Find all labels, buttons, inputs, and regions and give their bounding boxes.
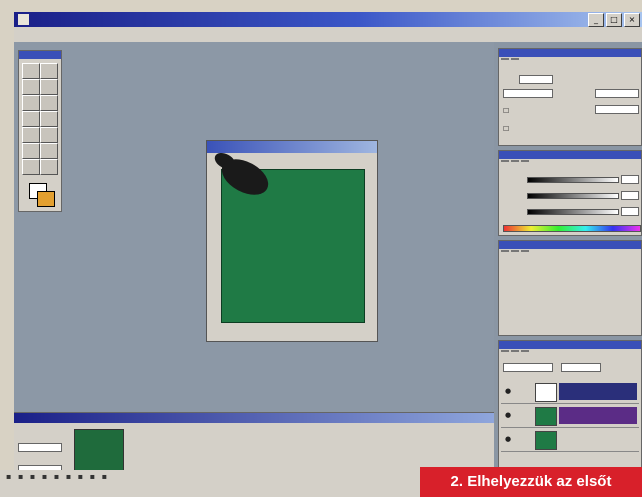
options-panel-tabs: [499, 57, 641, 61]
layer-selection-highlight: [559, 383, 637, 400]
history-panel-tabs: [499, 249, 641, 253]
mode-select[interactable]: [519, 75, 553, 84]
layer-opacity-field[interactable]: [561, 363, 601, 372]
layer-row[interactable]: ●: [501, 429, 639, 452]
tab-paths[interactable]: [521, 350, 529, 352]
layer-thumbnail: [535, 383, 557, 402]
blend-select[interactable]: [503, 89, 553, 98]
toolbox-palette: [18, 50, 62, 212]
menu-bar: [14, 27, 642, 42]
history-panel-titlebar[interactable]: [499, 241, 641, 249]
history-panel: [498, 240, 642, 336]
maximize-icon[interactable]: □: [606, 13, 622, 27]
tab-swatches[interactable]: [511, 160, 519, 162]
toolbox-titlebar[interactable]: [19, 51, 61, 59]
pen-tool-icon[interactable]: [22, 143, 40, 159]
layer-thumbnail: [535, 431, 557, 450]
layers-panel-tabs: [499, 349, 641, 353]
hand-tool-icon[interactable]: [22, 159, 40, 175]
filmstrip-field[interactable]: [18, 443, 62, 452]
wet-edges-checkbox[interactable]: ☐: [503, 125, 509, 133]
green-value-field[interactable]: [621, 191, 639, 200]
color-ramp[interactable]: [503, 225, 641, 232]
app-icon: [18, 14, 29, 25]
app-titlebar: _ □ ×: [14, 12, 642, 27]
tab-layers[interactable]: [501, 350, 509, 352]
frame-thumbnail[interactable]: [74, 429, 124, 471]
tab-styles[interactable]: [521, 160, 529, 162]
auto-erase-checkbox[interactable]: ☐: [503, 107, 509, 115]
caption-label: 2. Elhelyezzük az elsőt: [420, 467, 642, 497]
options-panel-titlebar[interactable]: [499, 49, 641, 57]
red-value-field[interactable]: [621, 175, 639, 184]
layers-panel: ● ● ●: [498, 340, 642, 482]
layer-thumbnail: [535, 407, 557, 426]
layer-selection-highlight: [559, 407, 637, 424]
layer-row[interactable]: ●: [501, 381, 639, 404]
eraser-tool-icon[interactable]: [22, 127, 40, 143]
layer-visibility-icon[interactable]: ●: [505, 435, 511, 443]
tab-color[interactable]: [501, 160, 509, 162]
layer-blend-mode-select[interactable]: [503, 363, 553, 372]
layers-panel-titlebar[interactable]: [499, 341, 641, 349]
move-tool-icon[interactable]: [40, 63, 58, 79]
tab-navigator[interactable]: [501, 250, 509, 252]
pressure-field[interactable]: [595, 105, 639, 114]
zoom-tool-icon[interactable]: [40, 159, 58, 175]
blue-slider[interactable]: [527, 209, 619, 215]
opacity-field[interactable]: [595, 89, 639, 98]
red-slider[interactable]: [527, 177, 619, 183]
magic-wand-tool-icon[interactable]: [40, 79, 58, 95]
color-panel-titlebar[interactable]: [499, 151, 641, 159]
options-panel: ☐ ☐: [498, 48, 642, 146]
status-strip-icons: ▪ ▪ ▪ ▪ ▪ ▪ ▪ ▪ ▪: [6, 472, 110, 481]
color-panel: [498, 150, 642, 236]
layer-visibility-icon[interactable]: ●: [505, 411, 511, 419]
tab-info[interactable]: [511, 250, 519, 252]
background-color-swatch[interactable]: [37, 191, 55, 207]
slice-tool-icon[interactable]: [40, 95, 58, 111]
brush-tool-icon[interactable]: [22, 111, 40, 127]
tab-options[interactable]: [501, 58, 509, 60]
gradient-tool-icon[interactable]: [40, 127, 58, 143]
minimize-icon[interactable]: _: [588, 13, 604, 27]
tab-brushes[interactable]: [511, 58, 519, 60]
layer-visibility-icon[interactable]: ●: [505, 387, 511, 395]
filmstrip-titlebar[interactable]: [14, 413, 494, 423]
crop-tool-icon[interactable]: [22, 95, 40, 111]
tab-channels[interactable]: [511, 350, 519, 352]
tab-histogram[interactable]: [521, 250, 529, 252]
desktop-screen: _ □ × ☐ ☐ ● ● ●: [14, 12, 642, 497]
stamp-tool-icon[interactable]: [40, 111, 58, 127]
color-panel-tabs: [499, 159, 641, 163]
layer-row[interactable]: ●: [501, 405, 639, 428]
marquee-tool-icon[interactable]: [22, 63, 40, 79]
text-tool-icon[interactable]: [40, 143, 58, 159]
close-icon[interactable]: ×: [624, 13, 640, 27]
green-slider[interactable]: [527, 193, 619, 199]
document-titlebar[interactable]: [207, 141, 377, 153]
blue-value-field[interactable]: [621, 207, 639, 216]
lasso-tool-icon[interactable]: [22, 79, 40, 95]
